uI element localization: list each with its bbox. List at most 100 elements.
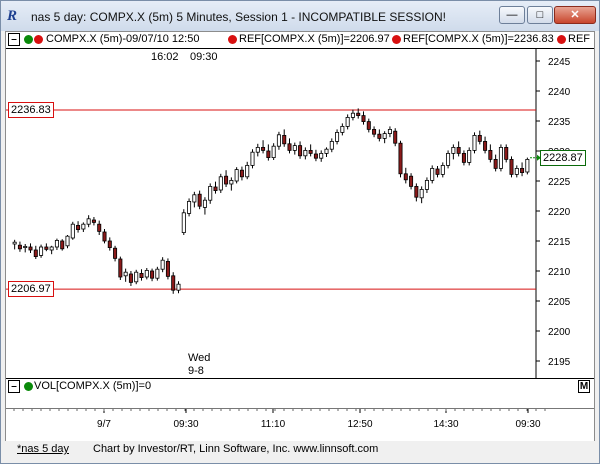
- candle-body: [271, 145, 276, 158]
- candle-body: [160, 259, 165, 270]
- candle-body: [17, 244, 22, 250]
- candle-body: [155, 268, 160, 279]
- candle-body: [451, 147, 456, 154]
- ref-label-lower[interactable]: 2206.97: [8, 281, 54, 298]
- candle-body: [382, 133, 387, 139]
- price-tick-label: 2215: [548, 237, 571, 248]
- candle-body: [150, 270, 155, 279]
- candle-body: [356, 112, 361, 116]
- candle-body: [467, 150, 472, 163]
- minimize-button[interactable]: —: [499, 6, 525, 24]
- candle-body: [91, 219, 96, 223]
- candle-body: [493, 159, 498, 169]
- candle-body: [282, 135, 287, 145]
- red-dot-icon: [557, 35, 566, 44]
- price-tick-label: 2210: [548, 267, 571, 278]
- collapse-icon[interactable]: –: [8, 380, 20, 393]
- red-dot-icon: [34, 35, 43, 44]
- candle-body: [250, 151, 255, 166]
- candle-body: [54, 239, 59, 248]
- candle-body: [461, 153, 466, 163]
- candle-body: [504, 147, 509, 160]
- candle-body: [324, 148, 329, 154]
- candle-body: [435, 168, 440, 175]
- candle-body: [298, 145, 303, 157]
- price-plot[interactable]: 2195220022052210221522202225223022352240…: [6, 49, 594, 379]
- candle-body: [387, 129, 392, 135]
- price-tick-label: 2225: [548, 177, 571, 188]
- price-tick-label: 2220: [548, 207, 571, 218]
- candle-body: [49, 246, 54, 251]
- status-bar: *nas 5 day Chart by Investor/RT, Linn So…: [5, 441, 595, 461]
- candle-body: [60, 240, 65, 250]
- candle-body: [28, 246, 33, 251]
- candle-body: [118, 258, 123, 278]
- last-price-label: 2228.87: [540, 149, 586, 166]
- price-tick-label: 2235: [548, 117, 571, 128]
- candle-body: [276, 134, 281, 147]
- candle-body: [234, 169, 239, 182]
- candle-body: [340, 126, 345, 133]
- candlestick-chart[interactable]: 2195220022052210221522202225223022352240…: [6, 49, 594, 379]
- legend-ref-lower[interactable]: REF[COMPX.X (5m)]=2206.97: [239, 33, 390, 45]
- candle-body: [245, 165, 250, 178]
- legend-main[interactable]: COMPX.X (5m)-09/07/10 12:50: [46, 33, 199, 45]
- candle-body: [213, 186, 218, 191]
- candle-body: [372, 129, 377, 135]
- candle-body: [308, 150, 313, 154]
- legend-ref-upper[interactable]: REF[COMPX.X (5m)]=2236.83: [403, 33, 554, 45]
- candle-body: [456, 147, 461, 154]
- candle-body: [70, 223, 75, 239]
- ref-label-upper[interactable]: 2236.83: [8, 102, 54, 119]
- candle-body: [86, 218, 91, 225]
- volume-label[interactable]: VOL[COMPX.X (5m)]=0: [34, 380, 151, 392]
- price-tick-label: 2245: [548, 57, 571, 68]
- title-bar[interactable]: R nas 5 day: COMPX.X (5m) 5 Minutes, Ses…: [1, 1, 599, 31]
- candle-body: [102, 231, 107, 242]
- session-time-end: 16:02: [151, 51, 179, 63]
- candle-body: [197, 193, 202, 207]
- candle-body: [303, 150, 308, 157]
- candle-body: [366, 121, 371, 130]
- annotation-day: Wed: [188, 352, 211, 364]
- candle-body: [509, 159, 514, 175]
- candle-body: [483, 141, 488, 151]
- close-button[interactable]: ✕: [554, 6, 596, 24]
- legend-ref-extra[interactable]: REF: [568, 33, 590, 45]
- time-tick-label: 09:30: [515, 419, 540, 430]
- candle-body: [361, 115, 366, 122]
- red-dot-icon: [228, 35, 237, 44]
- candle-body: [239, 169, 244, 178]
- candle-body: [176, 283, 181, 291]
- menu-icon[interactable]: M: [578, 380, 590, 393]
- time-axis-svg: 9/7 09:30 11:10 12:50 14:30 09:30: [13, 409, 546, 430]
- collapse-icon[interactable]: –: [8, 33, 20, 46]
- candle-body: [128, 273, 133, 283]
- candle-body: [202, 199, 207, 208]
- chart-area[interactable]: – COMPX.X (5m)-09/07/10 12:50 REF[COMPX.…: [5, 31, 595, 451]
- time-tick-label: 09:30: [173, 419, 198, 430]
- candle-body: [229, 179, 234, 185]
- candle-body: [472, 135, 477, 151]
- candle-body: [477, 135, 482, 142]
- candle-body: [403, 173, 408, 181]
- chart-window: R nas 5 day: COMPX.X (5m) 5 Minutes, Ses…: [0, 0, 600, 464]
- candle-body: [12, 241, 17, 245]
- candle-body: [440, 165, 445, 175]
- time-tick-label: 11:10: [261, 419, 286, 430]
- candle-body: [107, 240, 112, 248]
- legend-row: – COMPX.X (5m)-09/07/10 12:50 REF[COMPX.…: [6, 32, 594, 49]
- candle-body: [255, 147, 260, 153]
- candle-body: [139, 272, 144, 278]
- chart-tab[interactable]: *nas 5 day: [17, 443, 69, 455]
- volume-pane[interactable]: [6, 394, 594, 408]
- candle-body: [81, 223, 86, 230]
- maximize-button[interactable]: □: [527, 6, 553, 24]
- candle-body: [44, 246, 49, 250]
- candle-body: [144, 269, 149, 278]
- candle-body: [261, 147, 266, 151]
- candle-body: [514, 168, 519, 175]
- candle-body: [192, 194, 197, 203]
- candle-body: [181, 212, 186, 234]
- candle-body: [419, 188, 424, 199]
